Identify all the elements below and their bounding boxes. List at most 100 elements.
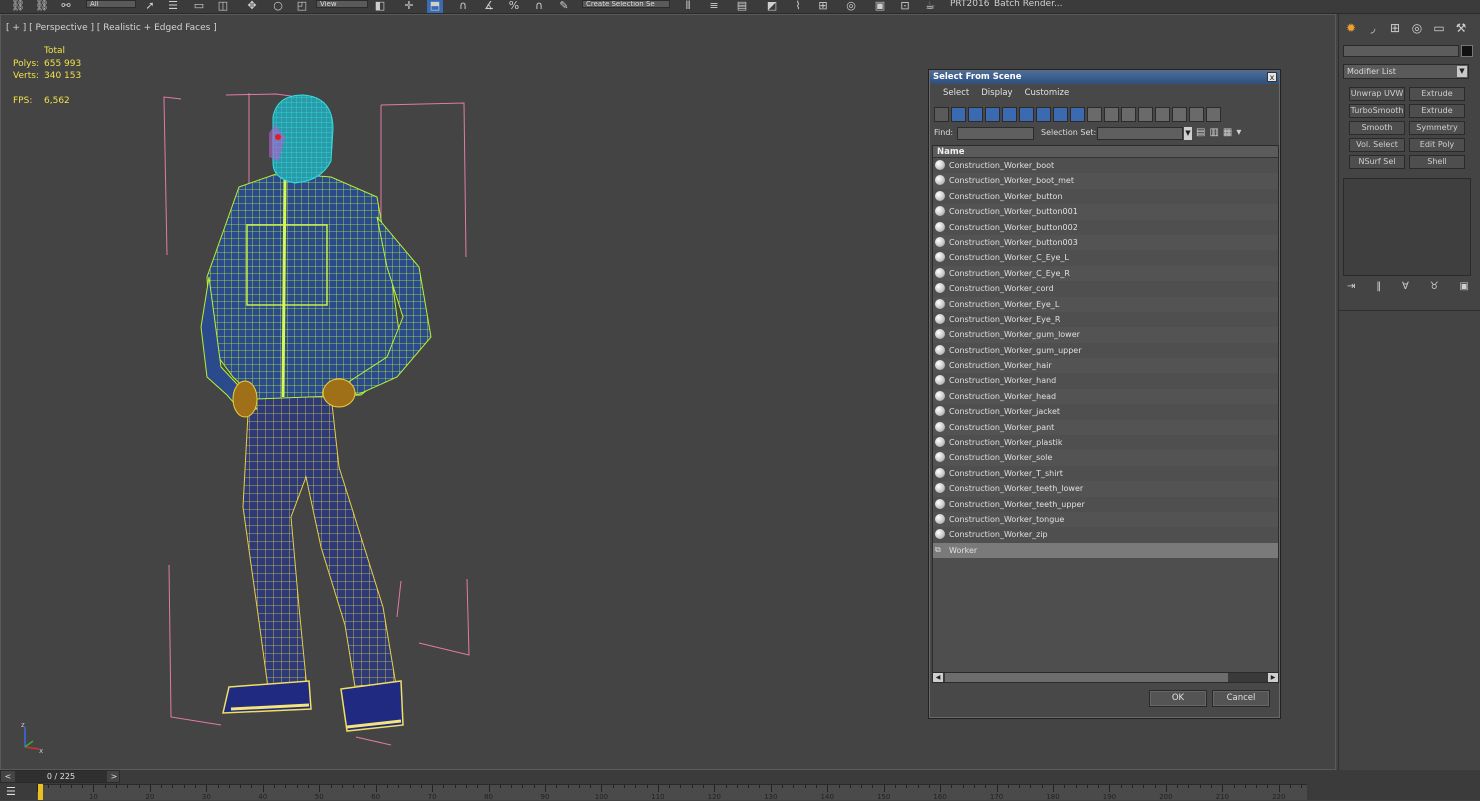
worker-model[interactable] <box>161 77 481 747</box>
select-by-name-icon[interactable]: ☰ <box>165 0 181 13</box>
list-item[interactable]: Construction_Worker_C_Eye_L <box>933 250 1278 266</box>
toolbar-text-item-0[interactable]: PRT2016 <box>950 0 989 9</box>
edit-selection-set-icon[interactable]: ▥ <box>1209 127 1218 138</box>
mirror-icon[interactable]: ⫴ <box>680 0 696 13</box>
named-selection-set-combo[interactable]: Create Selection Se <box>582 0 670 8</box>
list-item[interactable]: Construction_Worker_gum_upper <box>933 342 1278 359</box>
list-item[interactable]: Construction_Worker_hand <box>933 373 1278 389</box>
list-item[interactable]: Construction_Worker_hair <box>933 358 1278 374</box>
mini-curve-editor-icon[interactable]: ☰ <box>6 786 22 798</box>
render-setup-icon[interactable]: ▣ <box>872 0 888 13</box>
utilities-icon[interactable]: ⚒ <box>1453 20 1469 36</box>
list-item[interactable]: Construction_Worker_boot_met <box>933 173 1278 189</box>
display-hidden-icon[interactable] <box>1121 107 1136 122</box>
scene-object-list[interactable]: Name Construction_Worker_boot Constructio… <box>932 145 1279 679</box>
viewport-label[interactable]: [ + ] [ Perspective ] [ Realistic + Edge… <box>6 23 217 33</box>
window-crossing-icon[interactable]: ◫ <box>215 0 231 13</box>
list-item[interactable]: Construction_Worker_Eye_L <box>933 296 1278 312</box>
create-icon[interactable]: ✹ <box>1343 20 1359 36</box>
list-item[interactable]: Construction_Worker_jacket <box>933 404 1278 420</box>
list-item[interactable]: ⧉ Worker <box>933 542 1278 559</box>
display-frozen-icon[interactable] <box>1104 107 1119 122</box>
list-item[interactable]: Construction_Worker_button002 <box>933 219 1278 235</box>
display-helpers-icon[interactable] <box>1002 107 1017 122</box>
display-geometry-icon[interactable] <box>934 107 949 122</box>
edit-named-selection-icon[interactable]: ✎ <box>556 0 572 13</box>
selection-filter-combo[interactable]: All <box>86 0 136 8</box>
display-groups-icon[interactable] <box>1036 107 1051 122</box>
remove-modifier-icon[interactable]: ♉ <box>1430 281 1439 292</box>
motion-icon[interactable]: ◎ <box>1409 20 1425 36</box>
layer-explorer-icon[interactable]: ▤ <box>734 0 750 13</box>
list-item[interactable]: Construction_Worker_teeth_lower <box>933 481 1278 497</box>
list-item[interactable]: Construction_Worker_boot <box>933 158 1278 174</box>
display-shapes-icon[interactable] <box>951 107 966 122</box>
snap-toggle-icon[interactable]: ∩ <box>455 0 471 13</box>
list-item[interactable]: Construction_Worker_C_Eye_R <box>933 265 1278 282</box>
list-item[interactable]: Construction_Worker_teeth_upper <box>933 496 1278 512</box>
display-invert-icon[interactable] <box>1172 107 1187 122</box>
menu-display[interactable]: Display <box>981 88 1012 98</box>
region-select-icon[interactable]: ▭ <box>191 0 207 13</box>
material-editor-icon[interactable]: ◎ <box>843 0 859 13</box>
spinner-snap-icon[interactable]: ∩ <box>531 0 547 13</box>
modifier-stack[interactable] <box>1343 178 1471 276</box>
display-none-icon[interactable] <box>1155 107 1170 122</box>
time-cursor[interactable] <box>38 784 43 800</box>
display-containers-icon[interactable] <box>1087 107 1102 122</box>
time-slider[interactable]: < 0 / 225 > <box>0 770 120 783</box>
modifier-button[interactable]: Edit Poly <box>1409 138 1465 152</box>
select-object-icon[interactable]: ➚ <box>142 0 158 13</box>
scroll-right-icon[interactable]: ▶ <box>1268 673 1278 682</box>
close-icon[interactable]: x <box>1267 72 1277 82</box>
rotate-icon[interactable]: ○ <box>270 0 286 13</box>
chevron-down-icon[interactable]: ▼ <box>1457 66 1467 77</box>
timeline-ruler[interactable]: 10 20 30 40 50 60 70 80 90 100 110 120 130 140 150 160 1… <box>37 784 1307 801</box>
modifier-button[interactable]: Extrude <box>1409 87 1465 101</box>
cancel-button[interactable]: Cancel <box>1212 690 1270 707</box>
modifier-button[interactable]: Extrude <box>1409 104 1465 118</box>
angle-snap-icon[interactable]: ∡ <box>481 0 497 13</box>
configure-modifier-sets-icon[interactable]: ▣ <box>1460 281 1469 292</box>
list-item[interactable]: Construction_Worker_button003 <box>933 234 1278 251</box>
frame-display[interactable]: 0 / 225 <box>15 771 107 782</box>
delete-selection-set-icon[interactable]: ▦ <box>1223 127 1232 138</box>
list-item[interactable]: Construction_Worker_Eye_R <box>933 311 1278 328</box>
bind-icon[interactable]: ⚯ <box>58 0 74 13</box>
previous-frame-button[interactable]: < <box>3 771 13 782</box>
modify-icon[interactable]: ◞ <box>1365 20 1381 36</box>
keyboard-shortcut-override-icon[interactable]: ⬒ <box>427 0 443 13</box>
curve-editor-icon[interactable]: ⌇ <box>790 0 806 13</box>
list-item[interactable]: Construction_Worker_head <box>933 388 1278 405</box>
modifier-button[interactable]: Smooth <box>1349 121 1405 135</box>
graphite-tools-icon[interactable]: ◩ <box>764 0 780 13</box>
select-manipulate-icon[interactable]: ✛ <box>401 0 417 13</box>
show-end-result-icon[interactable]: ‖ <box>1376 281 1381 292</box>
scroll-thumb[interactable] <box>945 673 1228 682</box>
modifier-button[interactable]: Vol. Select <box>1349 138 1405 152</box>
more-options-icon[interactable]: ▾ <box>1236 127 1241 138</box>
list-item[interactable]: Construction_Worker_plastik <box>933 435 1278 451</box>
unlink-icon[interactable]: ⛓ <box>34 0 50 13</box>
list-item[interactable]: Construction_Worker_pant <box>933 419 1278 436</box>
scroll-left-icon[interactable]: ◀ <box>933 673 943 682</box>
hierarchy-icon[interactable]: ⊞ <box>1387 20 1403 36</box>
render-production-icon[interactable]: ☕ <box>922 0 938 13</box>
create-selection-set-icon[interactable]: ▤ <box>1196 127 1205 138</box>
pivot-icon[interactable]: ◧ <box>372 0 388 13</box>
display-lights-icon[interactable] <box>968 107 983 122</box>
link-icon[interactable]: ⛓ <box>10 0 26 13</box>
scale-icon[interactable]: ◰ <box>294 0 310 13</box>
percent-snap-icon[interactable]: % <box>506 0 522 13</box>
chevron-down-icon[interactable]: ▼ <box>1184 127 1192 140</box>
filter-icon[interactable] <box>1189 107 1204 122</box>
list-item[interactable]: Construction_Worker_cord <box>933 281 1278 297</box>
object-color-swatch[interactable] <box>1461 45 1473 57</box>
modifier-button[interactable]: Symmetry <box>1409 121 1465 135</box>
display-xrefs-icon[interactable] <box>1053 107 1068 122</box>
ok-button[interactable]: OK <box>1149 690 1207 707</box>
menu-customize[interactable]: Customize <box>1025 88 1070 98</box>
display-all-icon[interactable] <box>1138 107 1153 122</box>
list-item[interactable]: Construction_Worker_gum_lower <box>933 327 1278 343</box>
list-item[interactable]: Construction_Worker_tongue <box>933 511 1278 528</box>
